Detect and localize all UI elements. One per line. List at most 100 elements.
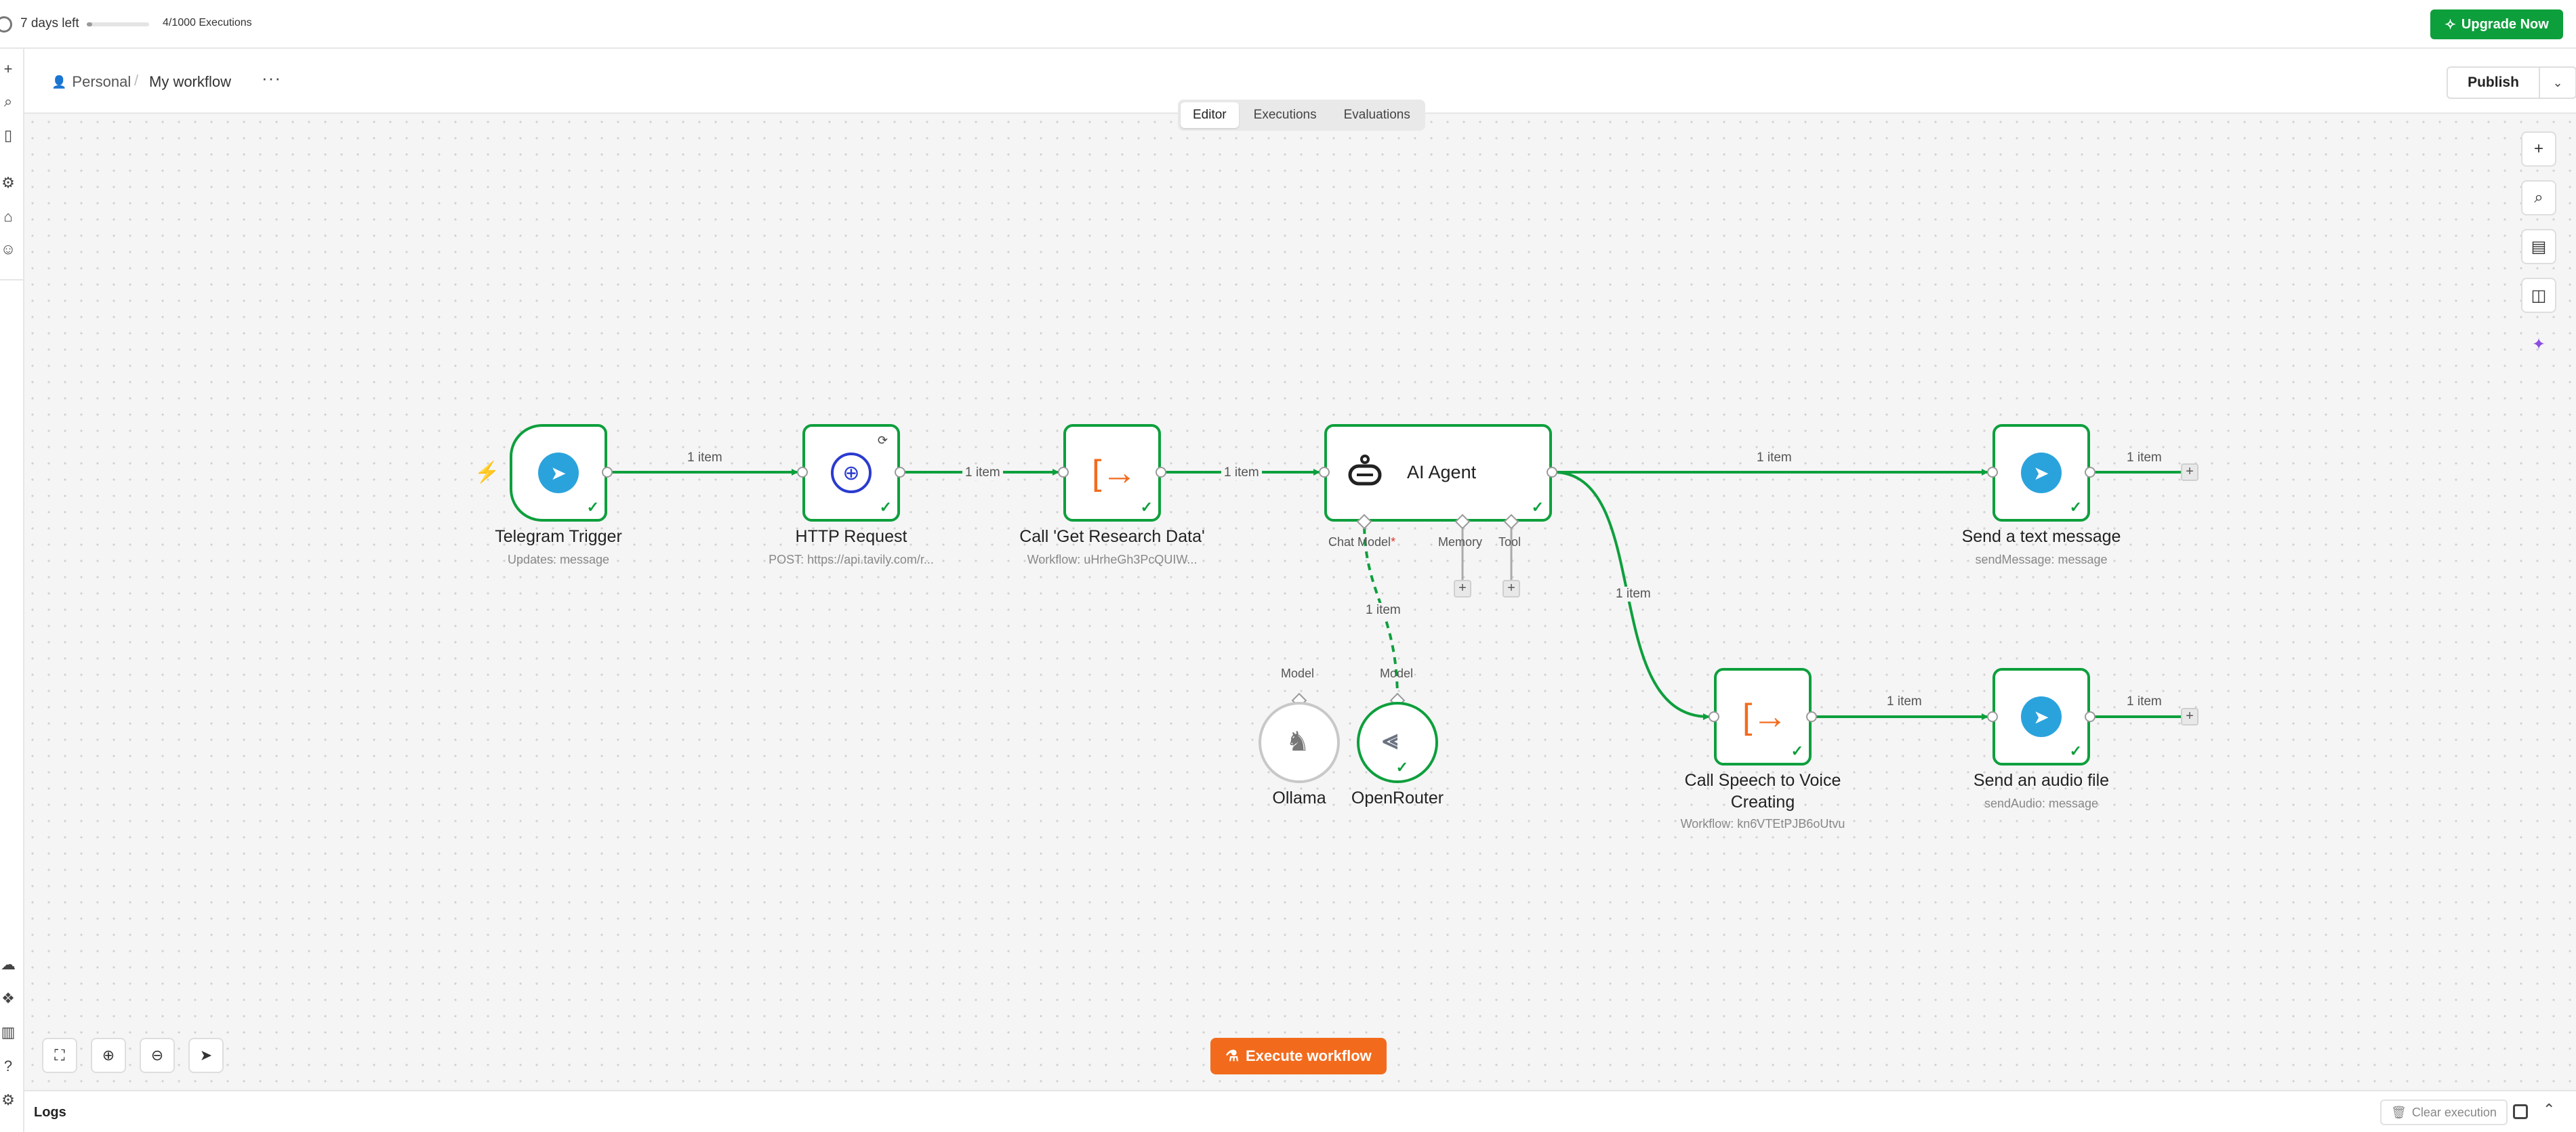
more-options-button[interactable]: ··· — [262, 68, 281, 89]
add-next-node-button[interactable]: + — [2181, 708, 2199, 726]
clock-icon — [0, 16, 12, 33]
lightning-icon: ⚡ — [474, 461, 500, 484]
input-handle[interactable] — [797, 467, 808, 478]
success-check-icon: ✓ — [1140, 499, 1153, 516]
add-tool-button[interactable]: + — [1502, 580, 1520, 598]
popout-icon[interactable] — [2513, 1104, 2528, 1119]
workflow-canvas[interactable] — [24, 114, 2576, 1090]
rail-divider — [0, 279, 23, 280]
cloud-icon[interactable]: ☁ — [0, 957, 16, 973]
add-node-button[interactable]: + — [2521, 131, 2556, 167]
input-handle[interactable] — [1987, 711, 1998, 722]
chart-icon[interactable]: ▥ — [0, 1024, 16, 1041]
trial-bar: 7 days left 4/1000 Executions ✧ Upgrade … — [0, 0, 2576, 49]
publish-group: Publish ⌄ — [2447, 66, 2576, 99]
plus-icon: + — [2533, 140, 2543, 158]
output-handle[interactable] — [1547, 467, 1557, 478]
input-handle[interactable] — [1319, 467, 1330, 478]
search-nodes-button[interactable]: ⌕ — [2521, 180, 2556, 215]
clear-execution-button[interactable]: 🗑 Clear execution — [2380, 1099, 2508, 1125]
breadcrumb-project[interactable]: 👤 Personal — [52, 73, 131, 91]
home-icon[interactable]: ⌂ — [0, 209, 16, 225]
globe-icon: ⊕ — [831, 453, 872, 493]
sparkle-icon: ✦ — [2531, 335, 2546, 354]
view-tabs: Editor Executions Evaluations — [1178, 100, 1425, 131]
output-handle[interactable] — [602, 467, 613, 478]
search-icon: ⌕ — [2534, 188, 2543, 207]
add-icon[interactable]: + — [0, 61, 16, 77]
flask-icon: ⚗ — [1225, 1047, 1239, 1064]
chevron-up-icon[interactable]: ⌃ — [2543, 1101, 2555, 1118]
output-handle[interactable] — [2085, 711, 2095, 722]
success-check-icon: ✓ — [1395, 759, 1408, 776]
toggle-panel-button[interactable]: ◫ — [2521, 278, 2556, 313]
workflow-icon[interactable]: ⚙ — [0, 175, 16, 191]
breadcrumb-separator: / — [134, 72, 139, 89]
node-title: AI Agent — [1407, 462, 1477, 482]
add-memory-button[interactable]: + — [1454, 580, 1471, 598]
ai-assistant-button[interactable]: ✦ — [2521, 327, 2556, 362]
tab-editor[interactable]: Editor — [1181, 102, 1239, 128]
node-ollama[interactable]: ♞ — [1259, 702, 1340, 783]
upgrade-button[interactable]: ✧ Upgrade Now — [2430, 9, 2563, 39]
telegram-icon: ➤ — [2021, 453, 2062, 493]
select-mode-button[interactable]: ➤ — [188, 1038, 224, 1073]
input-handle[interactable] — [1058, 467, 1069, 478]
node-http-request[interactable]: ⊕ ⟳ ✓ — [802, 424, 900, 522]
publish-button[interactable]: Publish — [2448, 68, 2540, 98]
zoom-out-button[interactable]: ⊖ — [140, 1038, 175, 1073]
zoom-in-button[interactable]: ⊕ — [91, 1038, 126, 1073]
search-icon[interactable]: ⌕ — [0, 93, 16, 110]
tab-evaluations[interactable]: Evaluations — [1332, 102, 1423, 128]
output-handle[interactable] — [1806, 711, 1817, 722]
tab-executions[interactable]: Executions — [1242, 102, 1329, 128]
sticky-note-button[interactable]: ▤ — [2521, 229, 2556, 264]
output-handle[interactable] — [1156, 467, 1166, 478]
panel-icon[interactable]: ▯ — [0, 127, 16, 144]
upgrade-label: Upgrade Now — [2461, 16, 2549, 32]
trash-icon: 🗑 — [2391, 1105, 2407, 1119]
node-openrouter[interactable]: ⪡ ✓ — [1357, 702, 1438, 783]
refresh-icon: ⟳ — [877, 434, 888, 447]
trial-progress-bar — [87, 22, 149, 26]
help-icon[interactable]: ? — [0, 1058, 16, 1074]
execute-label: Execute workflow — [1245, 1047, 1372, 1064]
node-telegram-trigger[interactable]: ➤ ✓ — [510, 424, 607, 522]
workflow-name[interactable]: My workflow — [149, 73, 231, 91]
success-check-icon: ✓ — [1791, 742, 1803, 759]
execute-workflow-icon: [→ — [1092, 453, 1137, 492]
trial-days-left: 7 days left — [20, 16, 79, 30]
node-send-audio-file[interactable]: ➤ ✓ — [1992, 668, 2090, 766]
input-handle[interactable] — [1709, 711, 1719, 722]
node-ai-agent[interactable]: AI Agent ✓ — [1324, 424, 1552, 522]
success-check-icon: ✓ — [1531, 499, 1544, 516]
node-speech-to-voice[interactable]: [→ ✓ — [1714, 668, 1812, 766]
fullscreen-icon: ⛶ — [54, 1047, 65, 1064]
fit-view-button[interactable]: ⛶ — [42, 1038, 77, 1073]
executions-count: 4/1000 Executions — [163, 17, 252, 28]
user-icon[interactable]: ☺ — [0, 241, 16, 257]
success-check-icon: ✓ — [2069, 499, 2082, 516]
success-check-icon: ✓ — [2069, 742, 2082, 759]
add-next-node-button[interactable]: + — [2181, 463, 2199, 481]
output-handle[interactable] — [2085, 467, 2095, 478]
robot-icon — [1345, 453, 1385, 493]
zoom-out-icon: ⊖ — [150, 1047, 164, 1064]
note-icon: ▤ — [2531, 237, 2547, 256]
node-send-text-message[interactable]: ➤ ✓ — [1992, 424, 2090, 522]
trial-progress-fill — [87, 22, 92, 26]
clear-execution-label: Clear execution — [2411, 1105, 2497, 1119]
output-handle[interactable] — [895, 467, 905, 478]
template-icon[interactable]: ❖ — [0, 990, 16, 1007]
chevron-down-icon[interactable]: ⌄ — [2540, 68, 2575, 98]
logs-label: Logs — [34, 1105, 66, 1120]
settings-icon[interactable]: ⚙ — [0, 1092, 16, 1108]
input-handle[interactable] — [1987, 467, 1998, 478]
robot-icon-svg — [1348, 455, 1382, 486]
success-check-icon: ✓ — [879, 499, 892, 516]
logs-bar[interactable]: Logs 🗑 Clear execution ⌃ — [24, 1090, 2576, 1132]
telegram-icon: ➤ — [538, 453, 579, 493]
execute-workflow-button[interactable]: ⚗ Execute workflow — [1210, 1038, 1387, 1074]
zoom-in-icon: ⊕ — [102, 1047, 115, 1064]
node-get-research-data[interactable]: [→ ✓ — [1063, 424, 1161, 522]
